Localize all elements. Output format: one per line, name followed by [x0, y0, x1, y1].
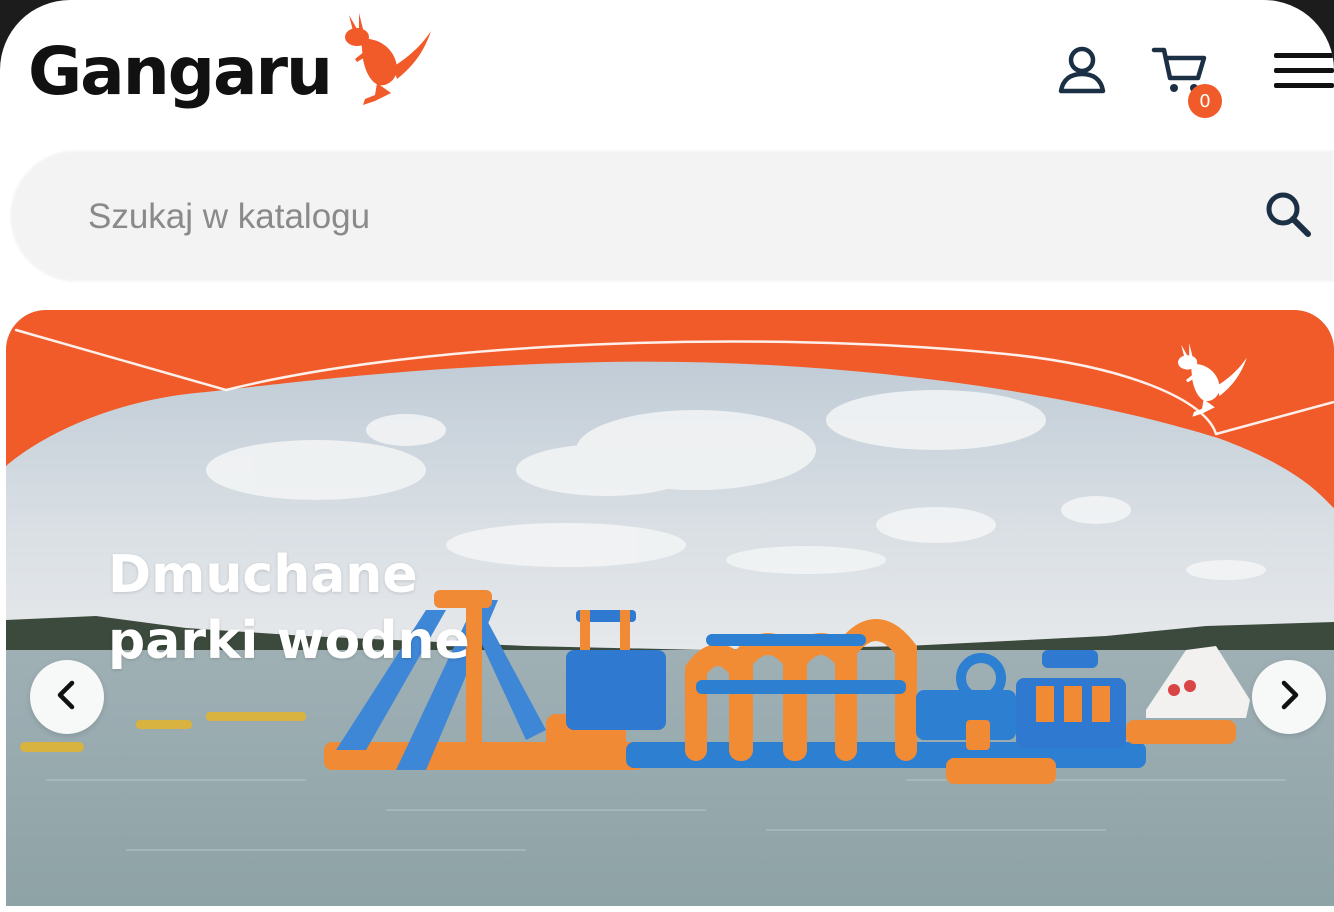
- cart-count-badge: 0: [1188, 84, 1222, 118]
- user-icon: [1055, 43, 1109, 101]
- hero-banner[interactable]: Dmuchane parki wodne: [6, 310, 1334, 906]
- search-icon: [1262, 188, 1314, 244]
- logo-text: Gangaru: [28, 32, 333, 110]
- chevron-right-icon: [1272, 678, 1306, 716]
- search-bar: [10, 150, 1334, 282]
- account-button[interactable]: [1052, 42, 1112, 102]
- site-logo[interactable]: Gangaru: [28, 13, 435, 126]
- search-button[interactable]: [1258, 186, 1318, 246]
- cart-button[interactable]: 0: [1150, 40, 1228, 120]
- site-header: Gangaru 0: [0, 0, 1334, 140]
- chevron-left-icon: [50, 678, 84, 716]
- mobile-screen: Gangaru 0 Szukaj w katalogu Dmuchane par…: [0, 0, 1334, 912]
- menu-icon: [1266, 49, 1334, 97]
- slider-next-button[interactable]: [1252, 660, 1326, 734]
- banner-kangaroo-icon: [1170, 340, 1250, 424]
- menu-button[interactable]: [1266, 48, 1334, 98]
- slider-prev-button[interactable]: [30, 660, 104, 734]
- kangaroo-logo-icon: [335, 9, 435, 113]
- search-input[interactable]: [86, 186, 1190, 248]
- banner-heading: Dmuchane parki wodne: [108, 545, 470, 671]
